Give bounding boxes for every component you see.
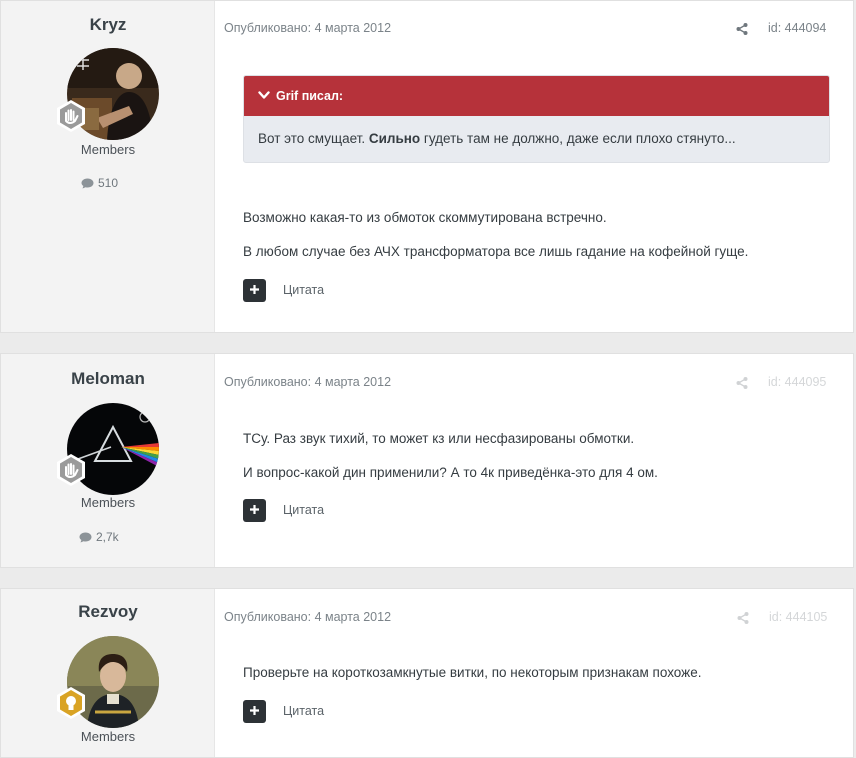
post-count: 510: [81, 176, 118, 190]
quote-text-part: гудеть там не должно, даже если плохо ст…: [420, 131, 736, 146]
share-icon[interactable]: [737, 612, 749, 624]
post-date: Опубликовано: 4 марта 2012: [224, 21, 392, 35]
post-id[interactable]: id: 444095: [768, 375, 826, 389]
post-id[interactable]: id: 444094: [768, 21, 826, 35]
post-date: Опубликовано: 4 марта 2012: [224, 375, 392, 389]
share-icon[interactable]: [736, 377, 748, 389]
post: Kryz Members 510 Опубликовано: 4 марта 2…: [0, 0, 854, 333]
share-icon[interactable]: [736, 23, 748, 35]
blockquote: Grif писал: Вот это смущает. Сильно гуде…: [243, 75, 830, 163]
author-name[interactable]: Meloman: [1, 369, 215, 389]
post-paragraph: В любом случае без АЧХ трансформатора вс…: [243, 244, 749, 259]
member-group: Members: [80, 495, 136, 510]
chevron-down-icon: [258, 89, 276, 103]
quote-button[interactable]: Цитата: [283, 503, 324, 517]
plus-icon: [249, 502, 260, 520]
post-count-value: 2,7k: [96, 530, 119, 544]
post: Rezvoy Members Опубликовано: 4 марта 201…: [0, 588, 854, 758]
post-paragraph: Проверьте на короткозамкнутые витки, по …: [243, 665, 702, 680]
post: Meloman Members 2,7k Опубликовано: 4 мар…: [0, 353, 854, 568]
quote-author: Grif писал:: [276, 89, 344, 103]
post-paragraph: И вопрос-какой дин применили? А то 4к пр…: [243, 465, 658, 480]
comment-icon: [81, 178, 94, 189]
quote-button[interactable]: Цитата: [283, 283, 324, 297]
author-name[interactable]: Rezvoy: [1, 602, 215, 622]
post-id[interactable]: id: 444105: [769, 610, 827, 624]
author-panel: Kryz Members 510: [1, 1, 215, 332]
post-date: Опубликовано: 4 марта 2012: [224, 610, 392, 624]
author-panel: Meloman Members 2,7k: [1, 354, 215, 567]
quote-button[interactable]: Цитата: [283, 704, 324, 718]
hand-rank-icon: [54, 99, 88, 133]
plus-icon: [249, 703, 260, 721]
post-count-value: 510: [98, 176, 119, 190]
member-group: Members: [80, 729, 136, 744]
author-name[interactable]: Kryz: [1, 15, 215, 35]
comment-icon: [79, 532, 92, 543]
multiquote-button[interactable]: [243, 279, 266, 302]
author-panel: Rezvoy Members: [1, 589, 215, 757]
multiquote-button[interactable]: [243, 700, 266, 723]
member-group: Members: [80, 142, 136, 157]
quote-text-part: Вот это смущает.: [258, 131, 369, 146]
quote-text-bold: Сильно: [368, 131, 421, 146]
post-paragraph: ТСу. Раз звук тихий, то может кз или нес…: [243, 431, 635, 446]
hand-rank-icon: [54, 453, 88, 487]
quote-header[interactable]: Grif писал:: [244, 76, 829, 116]
post-count: 2,7k: [79, 530, 119, 544]
multiquote-button[interactable]: [243, 499, 266, 522]
lightbulb-rank-icon: [54, 686, 88, 720]
post-paragraph: Возможно какая-то из обмоток скоммутиров…: [243, 210, 607, 225]
plus-icon: [249, 282, 260, 300]
quote-text: Вот это смущает. Сильно гудеть там не до…: [244, 116, 829, 146]
